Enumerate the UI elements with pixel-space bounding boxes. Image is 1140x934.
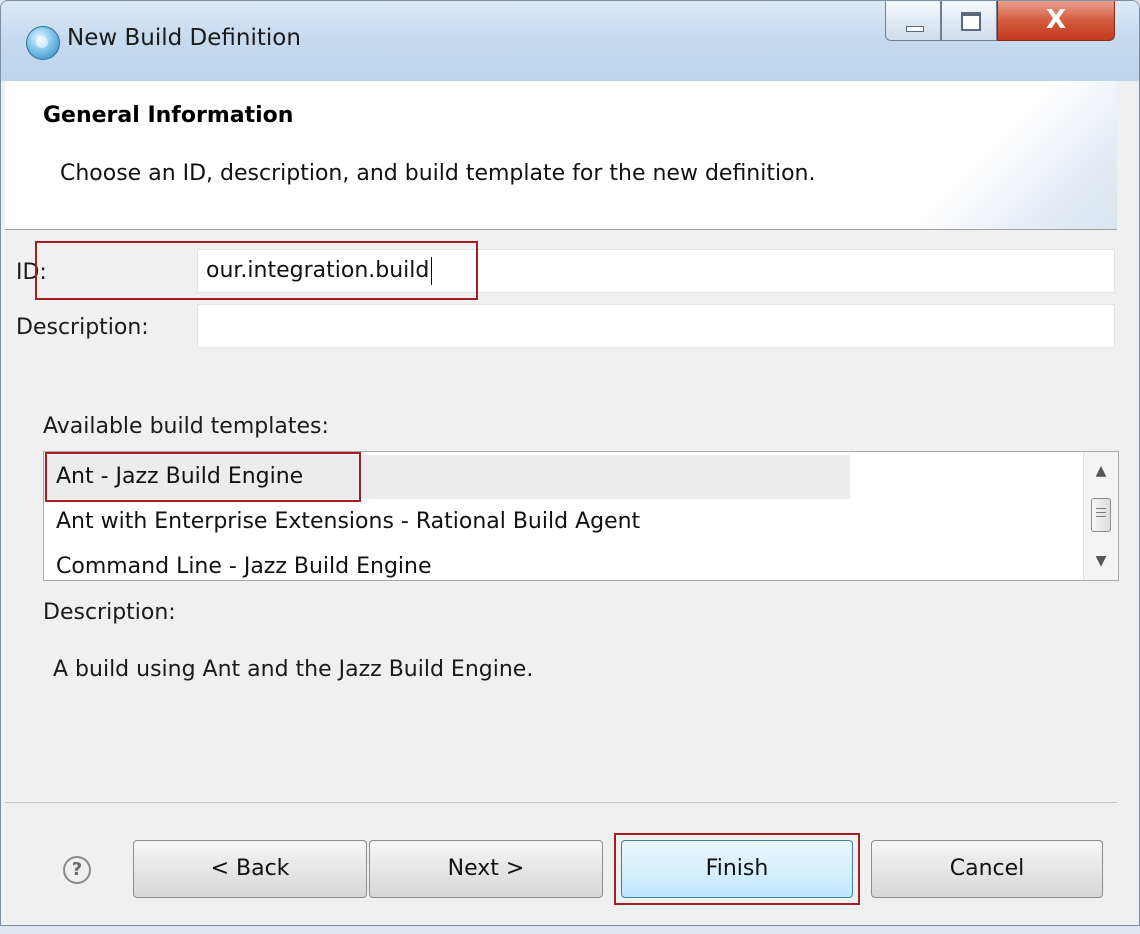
template-description: A build using Ant and the Jazz Build Eng… xyxy=(53,657,534,682)
close-icon: X xyxy=(1045,5,1067,35)
scroll-up-icon[interactable]: ▲ xyxy=(1084,456,1118,486)
button-bar: ? < Back Next > Finish Cancel xyxy=(5,802,1117,925)
template-item-ant-enterprise[interactable]: Ant with Enterprise Extensions - Rationa… xyxy=(44,500,1084,544)
header-decoration xyxy=(917,81,1117,229)
id-label: ID: xyxy=(16,260,47,285)
wizard-header: General Information Choose an ID, descri… xyxy=(5,81,1117,230)
description-field[interactable] xyxy=(197,304,1115,348)
templates-label: Available build templates: xyxy=(43,414,329,439)
templates-scrollbar[interactable]: ▲ ▼ xyxy=(1083,452,1118,580)
back-button[interactable]: < Back xyxy=(133,840,367,898)
wizard-body: ID: our.integration.build Description: A… xyxy=(5,230,1119,802)
text-caret xyxy=(431,257,433,285)
description-label: Description: xyxy=(16,315,149,340)
page-description: Choose an ID, description, and build tem… xyxy=(60,161,816,186)
close-button[interactable]: X xyxy=(997,1,1115,41)
maximize-button[interactable] xyxy=(941,1,997,41)
template-description-label: Description: xyxy=(43,600,176,625)
template-item-command-line[interactable]: Command Line - Jazz Build Engine xyxy=(44,545,1084,580)
cancel-button[interactable]: Cancel xyxy=(871,840,1103,898)
template-item-ant-jazz[interactable]: Ant - Jazz Build Engine xyxy=(44,455,850,499)
help-icon[interactable]: ? xyxy=(63,856,91,884)
minimize-button[interactable] xyxy=(885,1,941,41)
scroll-thumb[interactable] xyxy=(1091,498,1111,532)
id-field[interactable]: our.integration.build xyxy=(197,249,1115,293)
title-bar[interactable]: New Build Definition X xyxy=(1,1,1139,81)
templates-list[interactable]: Ant - Jazz Build Engine Ant with Enterpr… xyxy=(43,451,1119,581)
scroll-down-icon[interactable]: ▼ xyxy=(1084,546,1118,576)
page-title: General Information xyxy=(43,103,294,128)
app-icon xyxy=(26,26,60,60)
new-build-definition-dialog: New Build Definition X General Informati… xyxy=(0,0,1140,926)
finish-button[interactable]: Finish xyxy=(621,840,853,898)
window-title: New Build Definition xyxy=(67,25,301,51)
next-button[interactable]: Next > xyxy=(369,840,603,898)
id-value: our.integration.build xyxy=(206,258,430,283)
